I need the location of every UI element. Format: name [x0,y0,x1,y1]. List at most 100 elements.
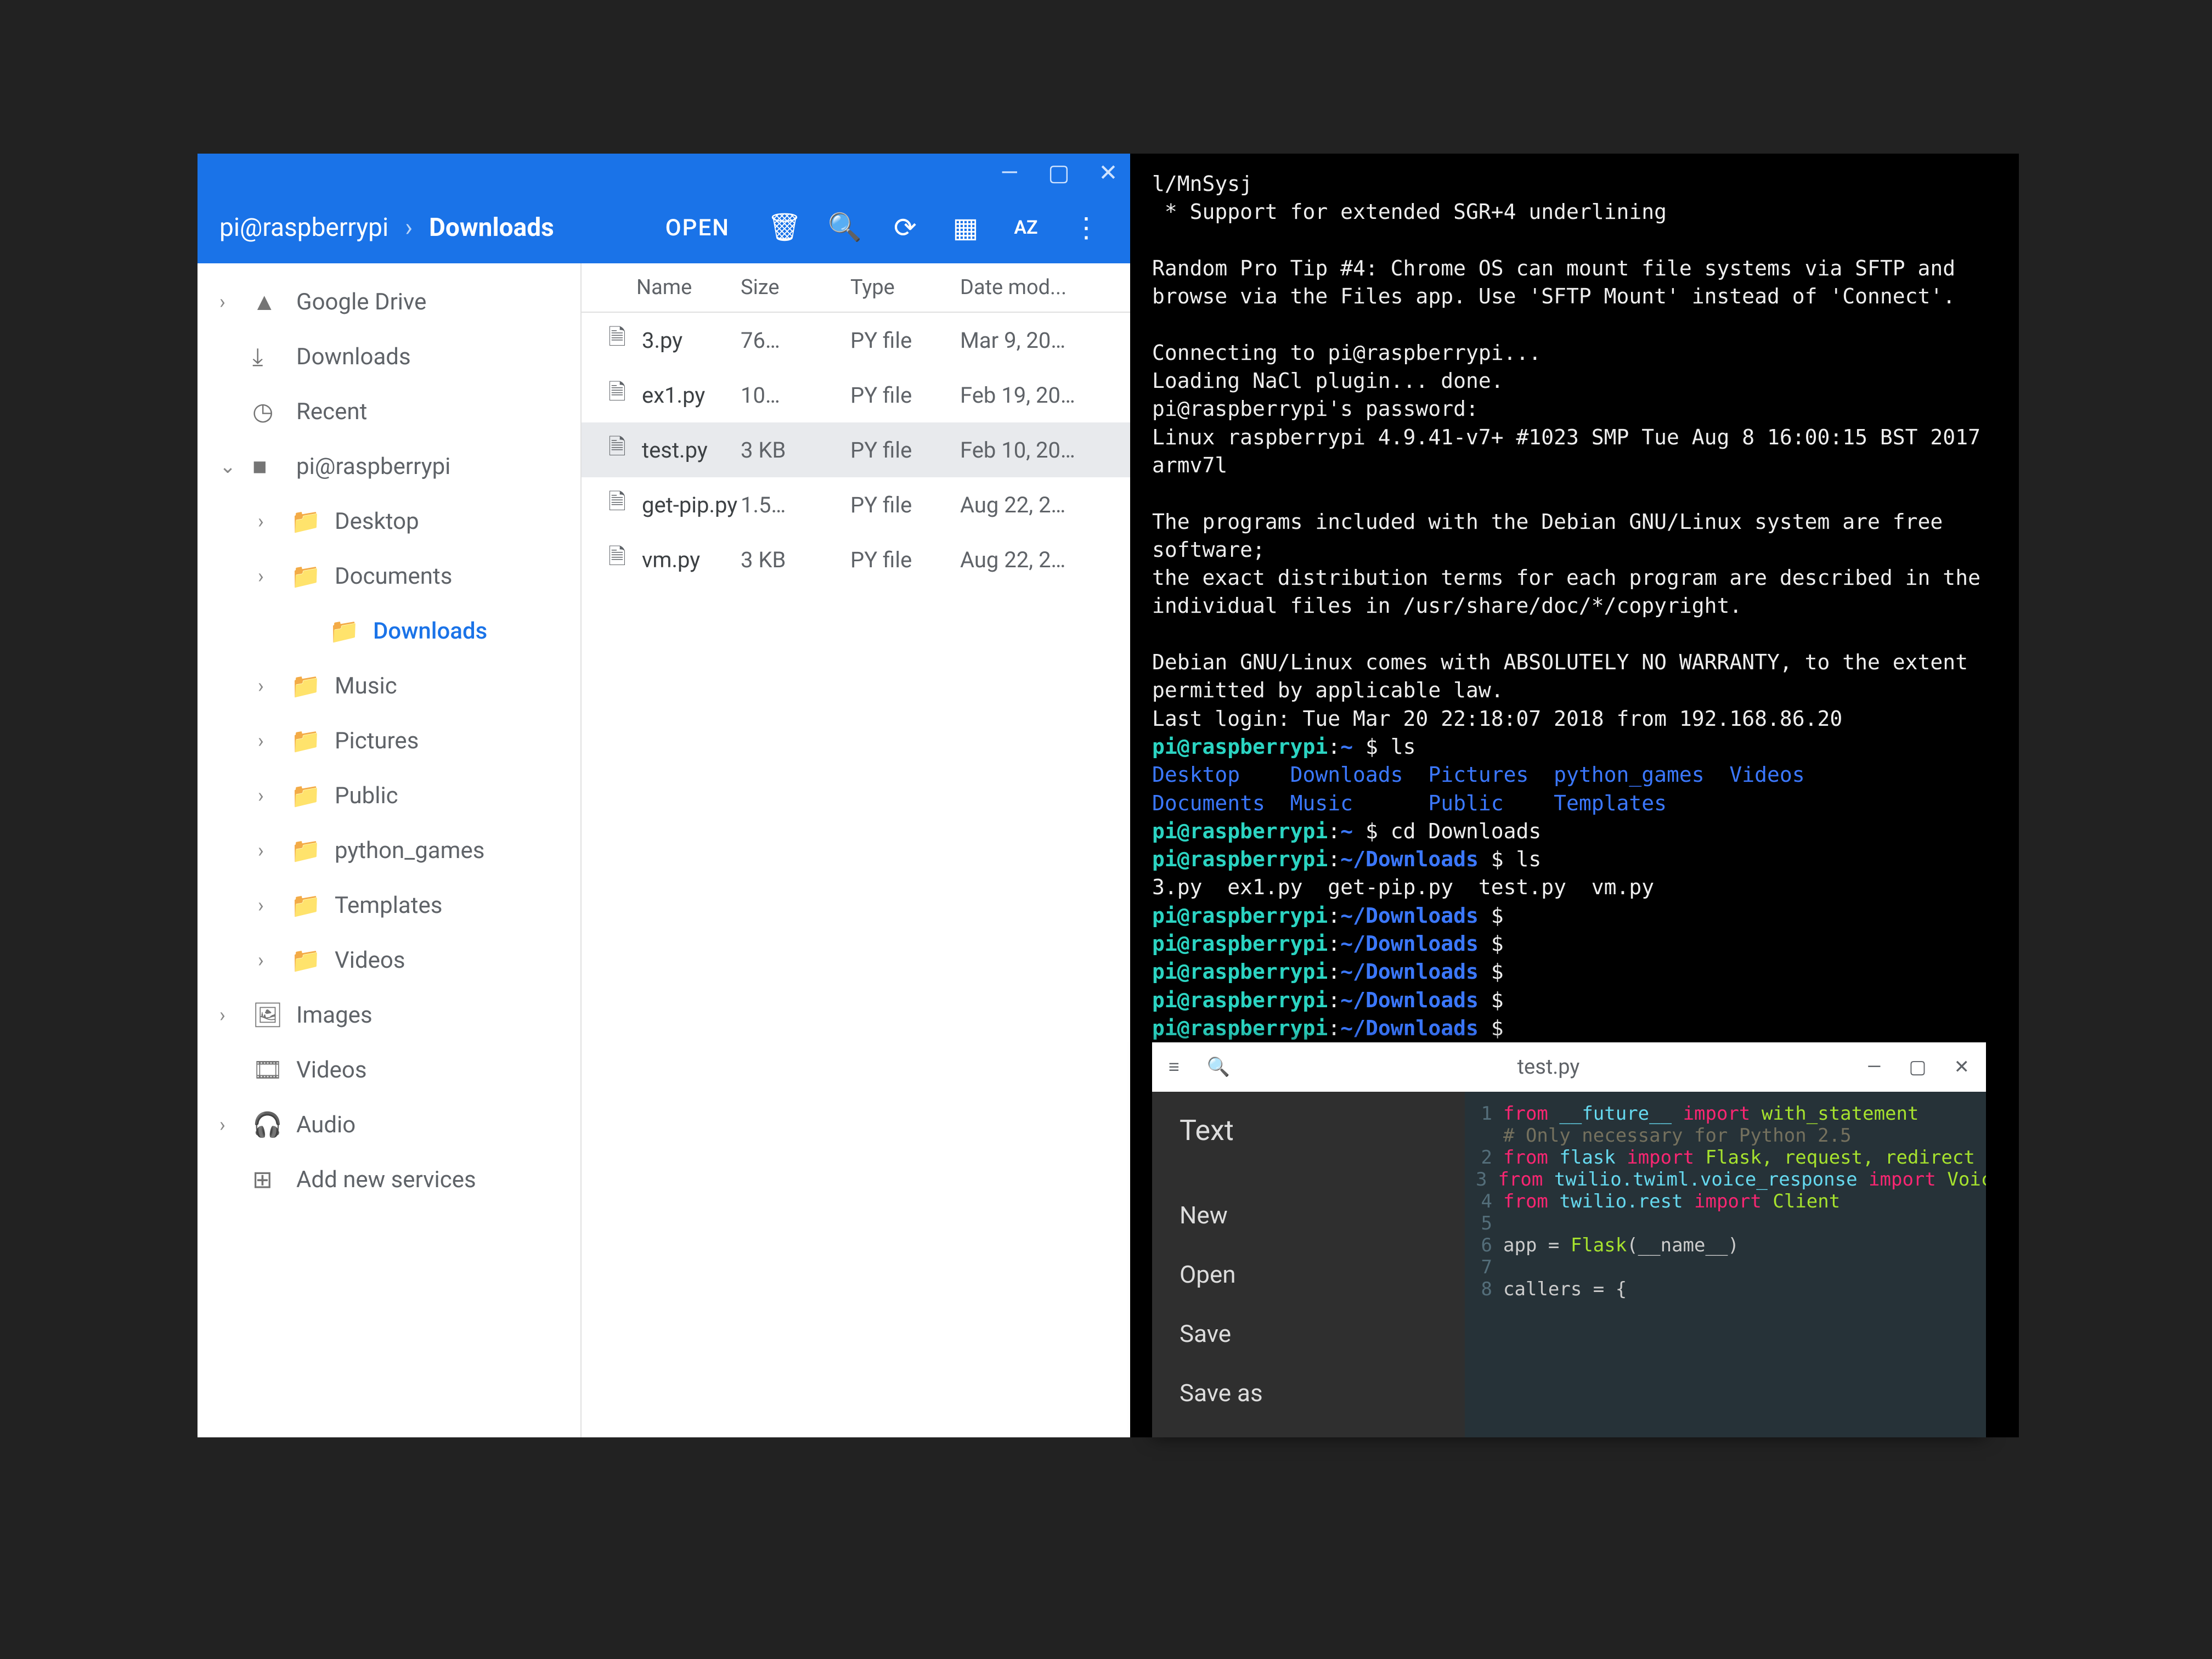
file-date: Aug 22, 2… [960,492,1114,518]
folder-icon: ◷ [252,397,280,426]
chevron-icon: › [258,894,274,917]
editor-menu-open[interactable]: Open [1180,1245,1437,1304]
editor-code-area[interactable]: 1from __future__ import with_statement# … [1465,1092,1986,1437]
search-icon[interactable]: 🔍 [1207,1056,1230,1078]
refresh-icon[interactable]: ⟳ [883,212,927,244]
breadcrumb[interactable]: pi@raspberrypi › Downloads [219,213,554,242]
chevron-icon: › [258,839,274,862]
sidebar-item-label: Templates [335,892,442,919]
sidebar-item-downloads[interactable]: ⤓Downloads [198,329,580,384]
sidebar-item-label: Add new services [296,1166,476,1193]
folder-icon: 🎧 [252,1110,280,1139]
folder-icon: 📁 [291,946,318,974]
sidebar-item-public[interactable]: ›📁Public [198,768,580,823]
sidebar-item-label: pi@raspberrypi [296,453,450,480]
file-icon: 🗎 [598,541,636,578]
sidebar-item-documents[interactable]: ›📁Documents [198,549,580,603]
folder-icon: 📁 [291,726,318,755]
sidebar-item-label: Music [335,673,397,699]
col-date[interactable]: Date mod... [960,275,1114,300]
folder-icon: 📁 [291,891,318,919]
file-row[interactable]: 🗎get-pip.py1.5…PY fileAug 22, 2… [582,477,1130,532]
file-icon: 🗎 [598,486,636,523]
sidebar-item-audio[interactable]: ›🎧Audio [198,1097,580,1152]
view-grid-icon[interactable]: ▦ [944,212,988,244]
file-row[interactable]: 🗎ex1.py10…PY fileFeb 19, 20… [582,368,1130,422]
file-icon: 🗎 [598,431,636,469]
file-name: test.py [636,437,741,463]
sort-az-icon[interactable]: AZ [1004,217,1048,239]
minimize-icon[interactable]: — [1867,1056,1882,1078]
chevron-icon: › [258,949,274,972]
sidebar-item-label: Images [296,1002,373,1029]
file-icon: 🗎 [598,321,636,359]
sidebar-item-pi-raspberrypi[interactable]: ⌄■pi@raspberrypi [198,439,580,494]
search-icon[interactable]: 🔍 [823,212,867,244]
files-toolbar: pi@raspberrypi › Downloads OPEN 🗑 🔍 ⟳ ▦ … [198,192,1130,263]
folder-icon: 📁 [291,781,318,810]
file-row[interactable]: 🗎3.py76…PY fileMar 9, 20… [582,313,1130,368]
delete-icon[interactable]: 🗑 [763,212,806,244]
folder-icon: 📁 [291,507,318,535]
editor-menu-heading: Text [1180,1114,1437,1147]
sidebar-item-music[interactable]: ›📁Music [198,658,580,713]
chevron-icon: › [258,510,274,533]
maximize-icon[interactable]: ▢ [1048,159,1070,187]
chevron-right-icon: › [405,213,413,242]
col-type[interactable]: Type [850,275,960,300]
folder-icon: ⊞ [252,1165,280,1194]
sidebar-item-label: Public [335,782,398,809]
file-size: 3 KB [741,437,850,463]
maximize-icon[interactable]: ▢ [1909,1056,1926,1078]
sidebar-item-downloads[interactable]: 📁 Downloads [198,603,580,658]
sidebar-item-google-drive[interactable]: ›▲Google Drive [198,274,580,329]
file-icon: 🗎 [598,376,636,414]
sidebar-item-pictures[interactable]: ›📁Pictures [198,713,580,768]
sidebar-item-images[interactable]: ›🖼Images [198,988,580,1042]
file-row[interactable]: 🗎test.py3 KBPY fileFeb 10, 20… [582,422,1130,477]
col-name[interactable]: Name [636,275,741,300]
desktop: — ▢ ✕ pi@raspberrypi › Downloads OPEN 🗑 … [198,154,2019,1437]
file-row[interactable]: 🗎vm.py3 KBPY fileAug 22, 2… [582,532,1130,587]
sidebar-item-label: python_games [335,837,484,864]
sidebar-item-templates[interactable]: › 📁 Templates [198,878,580,933]
sidebar-item-recent[interactable]: ◷Recent [198,384,580,439]
file-type: PY file [850,437,960,463]
file-name: 3.py [636,328,741,353]
folder-icon: 📁 [329,617,357,645]
more-icon[interactable]: ⋮ [1064,212,1108,244]
sidebar-item-videos[interactable]: ›📁Videos [198,933,580,988]
file-type: PY file [850,328,960,353]
breadcrumb-root[interactable]: pi@raspberrypi [219,213,388,242]
breadcrumb-current[interactable]: Downloads [429,213,554,242]
sidebar-item-label: Documents [335,563,452,590]
editor-menu-new[interactable]: New [1180,1186,1437,1245]
minimize-icon[interactable]: — [998,160,1020,187]
sidebar-item-label: Audio [296,1111,356,1138]
file-date: Feb 10, 20… [960,437,1114,463]
sidebar-item-python-games[interactable]: ›📁python_games [198,823,580,878]
folder-icon: 📁 [291,562,318,590]
sidebar-item-videos[interactable]: 🎞Videos [198,1042,580,1097]
sidebar-item-desktop[interactable]: ›📁Desktop [198,494,580,549]
folder-icon: ⤓ [252,342,280,371]
chevron-icon: ⌄ [219,455,236,478]
sidebar-item-add-new-services[interactable]: ⊞ Add new services [198,1152,580,1207]
file-size: 10… [741,382,850,408]
file-type: PY file [850,492,960,518]
chevron-icon: › [219,1003,236,1026]
close-icon[interactable]: ✕ [1097,159,1119,187]
col-size[interactable]: Size [741,275,850,300]
sidebar-item-label: Downloads [373,618,487,645]
close-icon[interactable]: ✕ [1954,1056,1970,1078]
file-list-header[interactable]: Name Size Type Date mod... [582,263,1130,313]
file-size: 3 KB [741,547,850,573]
chevron-icon: › [219,290,236,313]
open-button[interactable]: OPEN [649,215,746,241]
editor-menu-save-as[interactable]: Save as [1180,1363,1437,1423]
file-date: Mar 9, 20… [960,328,1114,353]
menu-icon[interactable]: ≡ [1169,1056,1180,1078]
files-sidebar[interactable]: ›▲Google Drive⤓Downloads◷Recent⌄■pi@rasp… [198,263,582,1437]
editor-menu-save[interactable]: Save [1180,1304,1437,1363]
file-name: ex1.py [636,382,741,408]
